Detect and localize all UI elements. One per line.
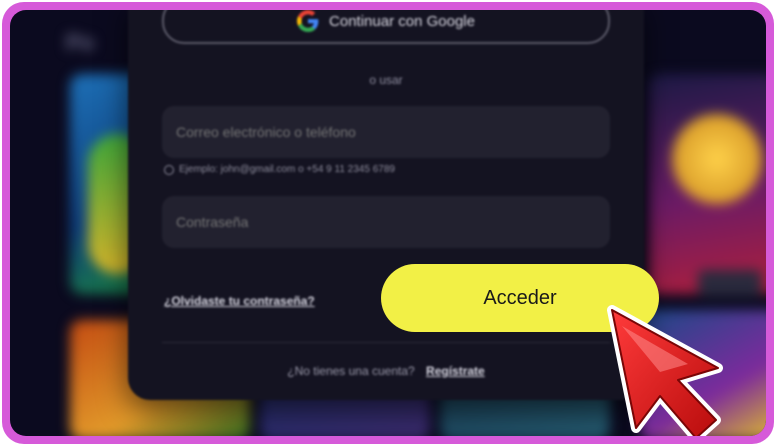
email-phone-input[interactable] <box>162 106 610 158</box>
info-icon <box>164 164 174 175</box>
login-modal: Continuar con Google o usar Ejemplo: joh… <box>128 10 644 400</box>
register-link[interactable]: Regístrate <box>426 364 485 378</box>
game-tile-button[interactable] <box>698 270 762 296</box>
game-tile[interactable] <box>648 74 766 294</box>
google-icon <box>297 10 319 32</box>
divider-or-text: o usar <box>369 73 403 87</box>
pointer-cursor-icon <box>607 305 723 436</box>
email-hint-text: Ejemplo: john@gmail.com o +54 9 11 2345 … <box>179 164 395 175</box>
modal-divider <box>162 342 610 343</box>
google-login-button[interactable]: Continuar con Google <box>162 10 610 44</box>
password-input[interactable] <box>162 196 610 248</box>
email-hint: Ejemplo: john@gmail.com o +54 9 11 2345 … <box>164 164 395 175</box>
forgot-password-link[interactable]: ¿Olvidaste tu contraseña? <box>164 294 315 308</box>
signup-prompt: ¿No tienes una cuenta? Regístrate <box>128 364 644 378</box>
google-login-label: Continuar con Google <box>329 12 475 30</box>
screenshot-frame: Po Continuar con Google o usar Correo el… <box>2 2 774 444</box>
no-account-text: ¿No tienes una cuenta? <box>287 364 415 378</box>
section-title: Po <box>66 30 95 55</box>
app-screen: Po Continuar con Google o usar Correo el… <box>10 10 766 436</box>
